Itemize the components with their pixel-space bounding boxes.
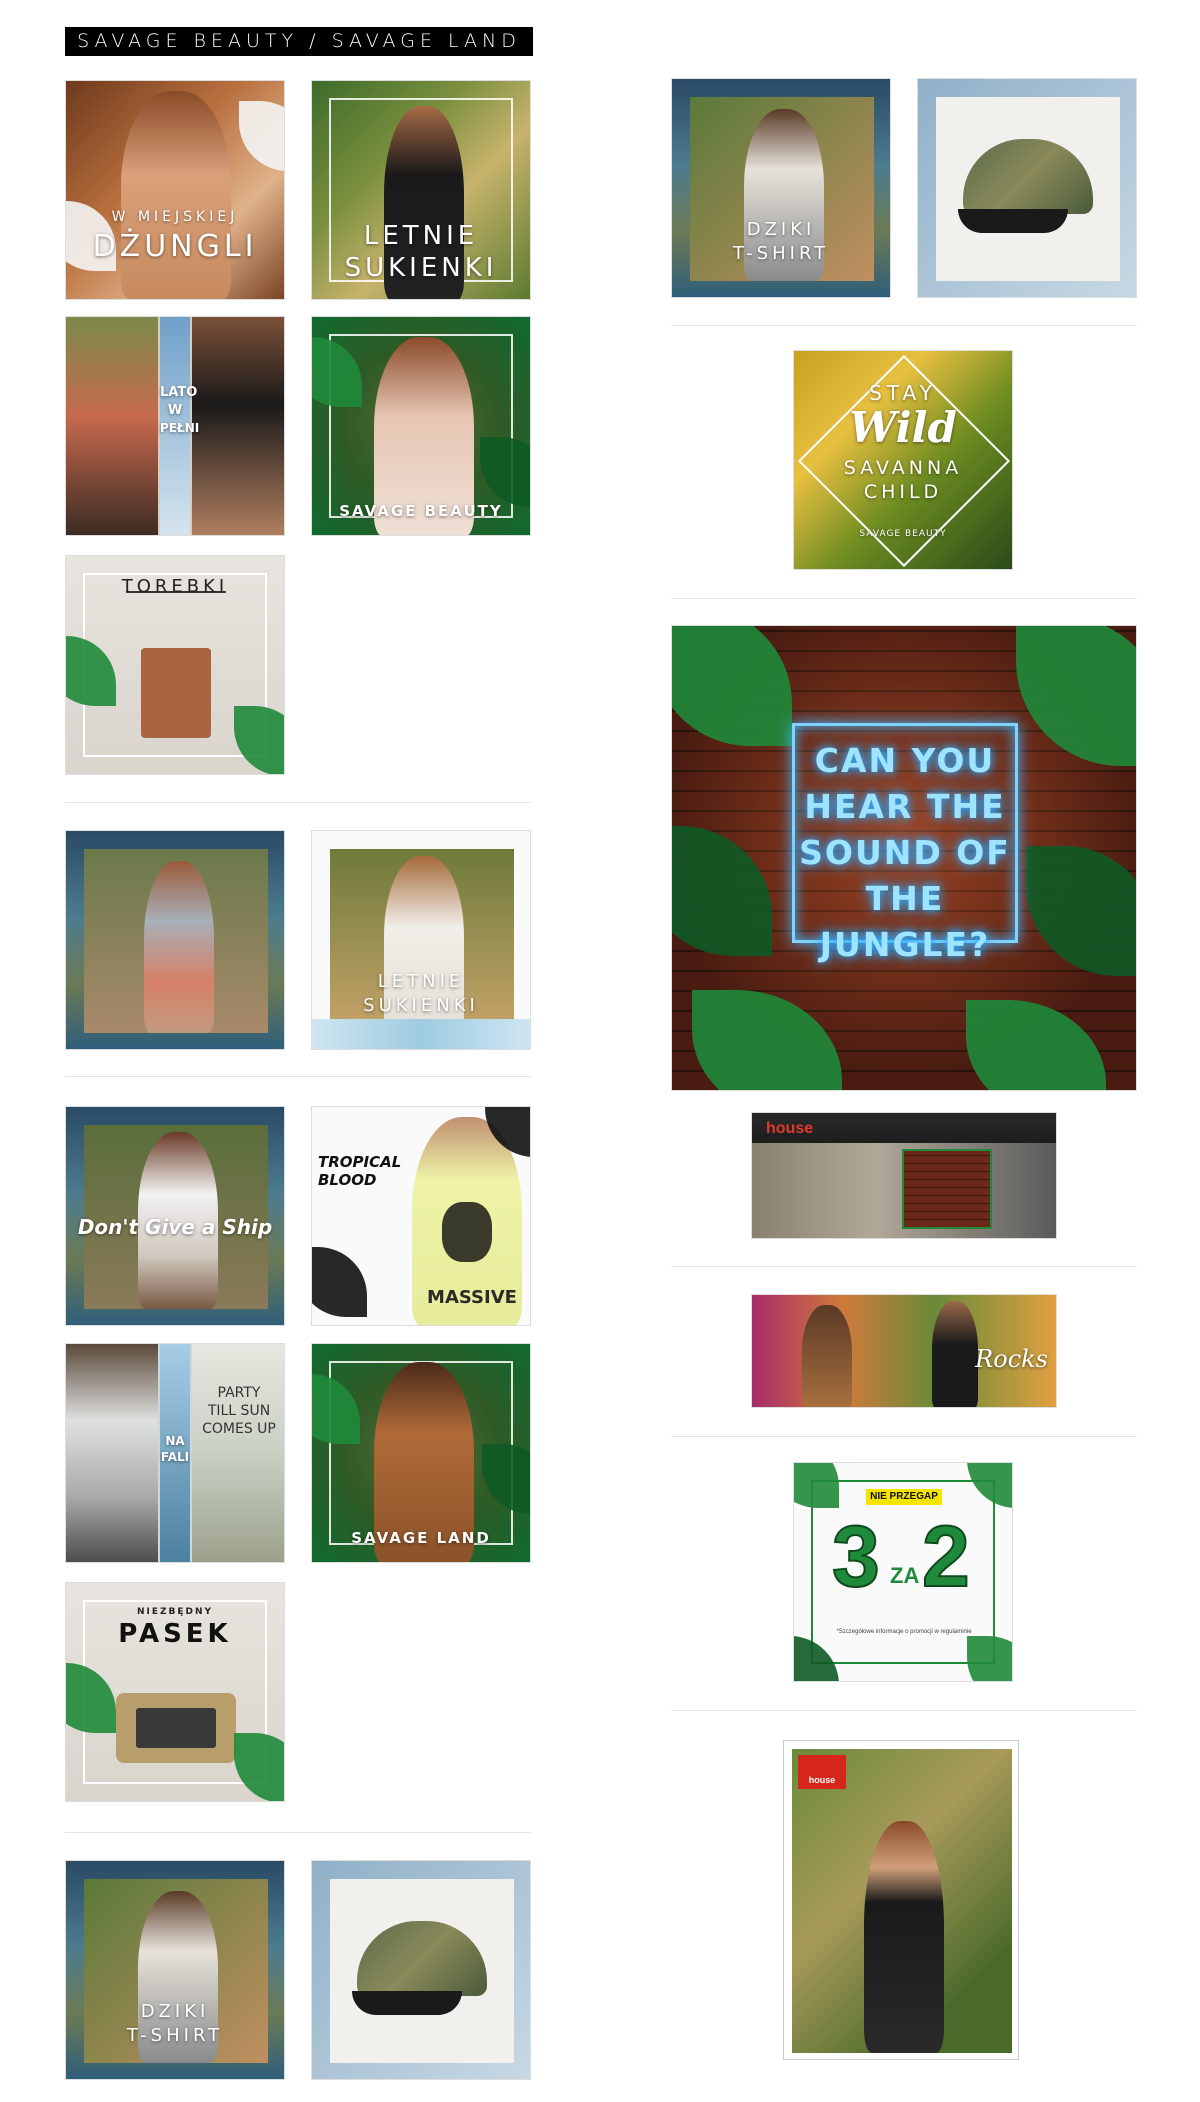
tile-cap-right[interactable] (917, 78, 1137, 298)
section-divider (671, 598, 1137, 599)
tshirt-print (442, 1202, 492, 1262)
tile-caption-small: NIEZBĘDNY (136, 1607, 214, 1617)
tile-caption: TROPICAL (318, 1153, 402, 1171)
tile-caption: CHILD (863, 481, 943, 503)
model-photo (802, 1305, 852, 1407)
tile-caption: LETNIE (377, 971, 465, 992)
tile-w-miejskiej-dzungli[interactable]: W MIEJSKIEJ DŻUNGLI (65, 80, 285, 300)
tile-tropical-blood[interactable]: MASSIVE TROPICAL BLOOD (311, 1106, 531, 1326)
tshirt-print-text: MASSIVE (427, 1287, 517, 1308)
tile-caption: BLOOD (318, 1171, 377, 1189)
leaf-icon (234, 706, 284, 774)
section-divider (65, 1832, 531, 1833)
banner-caption: Rocks (975, 1345, 1048, 1373)
cap-brim (352, 1991, 462, 2015)
tile-caption: T-SHIRT (732, 243, 830, 264)
tile-caption-small: W MIEJSKIEJ (111, 209, 239, 225)
tile-caption: T-SHIRT (126, 2025, 224, 2046)
tile-letnie-sukienki[interactable]: LETNIE SUKIENKI (311, 80, 531, 300)
tile-caption: TOREBKI (121, 576, 229, 597)
tile-caption: SUKIENKI (363, 995, 479, 1016)
cap-brim (958, 209, 1068, 233)
model-photo (66, 317, 158, 535)
tile-cap[interactable] (311, 1860, 531, 2080)
model-photo (66, 1344, 158, 1562)
leaf-icon (967, 1636, 1012, 1681)
tile-na-fali[interactable]: NA FALI PARTY TILL SUN COMES UP (65, 1343, 285, 1563)
tile-pasek[interactable]: NIEZBĘDNY PASEK (65, 1582, 285, 1802)
section-divider (671, 1266, 1137, 1267)
model-photo (864, 1821, 944, 2053)
tile-rocks-banner[interactable]: Rocks (751, 1294, 1057, 1408)
store-logo: house (766, 1120, 814, 1137)
model-photo (144, 861, 214, 1033)
store-window-display (902, 1149, 992, 1229)
tile-caption: SAVANNA (843, 457, 963, 479)
leaf-icon (234, 1733, 284, 1801)
tile-caption: W (167, 403, 183, 418)
tile-letnie-sukienki-2[interactable]: LETNIE SUKIENKI (311, 830, 531, 1050)
water-splash (312, 1019, 530, 1049)
leaf-icon (239, 101, 284, 171)
leaf-icon (794, 1463, 839, 1508)
tile-caption: Wild (849, 403, 957, 452)
belt-buckle (136, 1708, 216, 1748)
handbag-photo (141, 648, 211, 738)
tile-caption: STAY (869, 381, 937, 405)
promo-badge: NIE PRZEGAP (866, 1489, 942, 1505)
tile-savage-land[interactable]: SAVAGE LAND (311, 1343, 531, 1563)
tile-torebki[interactable]: TOREBKI (65, 555, 285, 775)
page-title: SAVAGE BEAUTY / SAVAGE LAND (65, 27, 533, 56)
tile-dziki-tshirt[interactable]: DZIKI T-SHIRT (65, 1860, 285, 2080)
model-photo (192, 317, 284, 535)
tile-caption: SAVAGE BEAUTY (339, 502, 503, 520)
tile-caption: SAVAGE LAND (351, 1529, 491, 1547)
promo-number: 2 (921, 1508, 971, 1606)
tile-caption: DŻUNGLI (92, 229, 258, 264)
tile-dziki-tshirt-right[interactable]: DZIKI T-SHIRT (671, 78, 891, 298)
section-divider (671, 325, 1137, 326)
tile-caption: PASEK (118, 1619, 232, 1649)
section-divider (65, 802, 531, 803)
tile-caption: FALI (160, 1450, 190, 1464)
model-photo (932, 1301, 978, 1407)
promo-number: 3 (831, 1508, 881, 1606)
tile-jacket-swimwear[interactable] (65, 830, 285, 1050)
section-divider (65, 1076, 531, 1077)
promo-fine-print: *Szczegółowe informacje o promocji w reg… (836, 1629, 972, 1635)
tile-poster[interactable]: house (783, 1740, 1019, 2060)
promo-text: ZA (890, 1563, 920, 1588)
model-photo (121, 91, 231, 299)
tile-stay-wild[interactable]: STAY Wild SAVANNA CHILD SAVAGE BEAUTY (793, 350, 1013, 570)
section-divider (671, 1710, 1137, 1711)
tshirt-print-text: PARTY TILL SUN COMES UP (202, 1385, 276, 1437)
tile-3-za-2-promo[interactable]: NIE PRZEGAP 3 ZA 2 *Szczegółowe informac… (793, 1462, 1013, 1682)
tile-caption: Don't Give a Ship (77, 1215, 273, 1239)
tile-caption: NA (165, 1434, 185, 1448)
tile-savage-beauty[interactable]: SAVAGE BEAUTY (311, 316, 531, 536)
tile-dont-give-a-ship[interactable]: Don't Give a Ship (65, 1106, 285, 1326)
tile-caption: PEŁNI (160, 421, 200, 435)
section-divider (671, 1436, 1137, 1437)
tile-caption: DZIKI (746, 219, 816, 240)
tile-caption-small: SAVAGE BEAUTY (859, 529, 947, 539)
tile-neon-jungle[interactable]: CAN YOU HEAR THE SOUND OF THE JUNGLE? (671, 625, 1137, 1091)
tile-caption: SUKIENKI (344, 253, 498, 283)
tshirt-photo (192, 1344, 284, 1562)
poster-logo: house (798, 1755, 846, 1789)
neon-text: CAN YOU HEAR THE SOUND OF THE JUNGLE? (799, 741, 1011, 964)
tile-lato-w-pelni[interactable]: LATO W PEŁNI (65, 316, 285, 536)
tile-caption: LATO (160, 385, 198, 400)
tile-caption: LETNIE (363, 221, 479, 251)
leaf-icon (312, 1247, 367, 1317)
tile-caption: DZIKI (140, 2001, 210, 2022)
tile-store-front[interactable]: house (751, 1112, 1057, 1239)
